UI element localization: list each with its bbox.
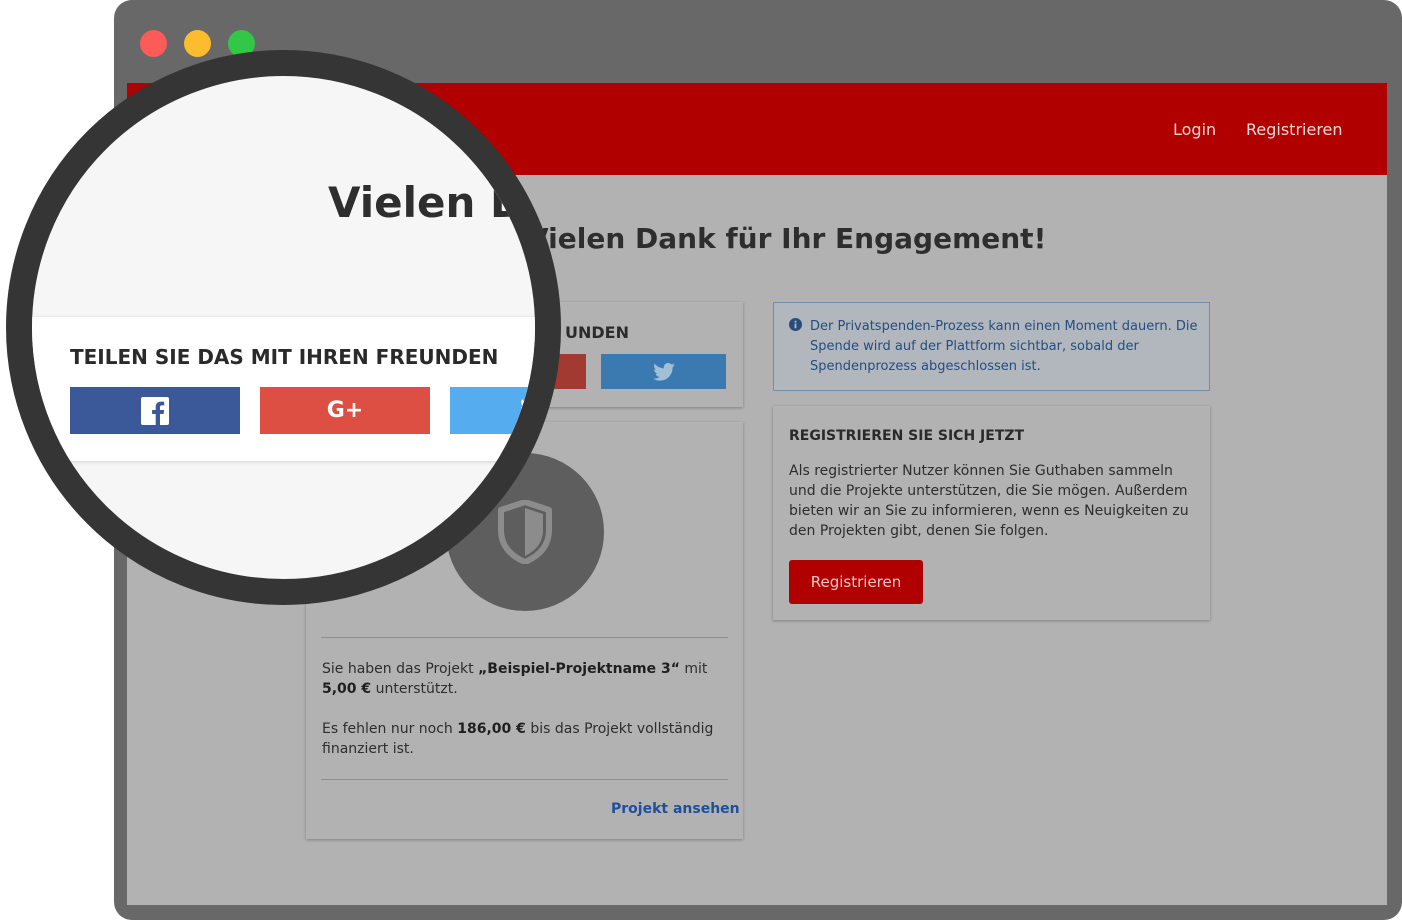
nav-register-link[interactable]: Registrieren [1246,120,1343,139]
google-plus-icon: G+ [326,398,364,423]
magnifier-lens: Vielen Da TEILEN SIE DAS MIT IHREN FREUN… [6,50,561,605]
magnified-share-card: TEILEN SIE DAS MIT IHREN FREUNDEN G+ [32,317,535,461]
missing-amount: 186,00 € [457,721,526,737]
magnified-share-heading: TEILEN SIE DAS MIT IHREN FREUNDEN [70,345,499,369]
support-amount: 5,00 € [322,681,372,697]
info-alert: Der Privatspenden-Prozess kann einen Mom… [773,302,1210,391]
register-text: Als registrierter Nutzer können Sie Guth… [789,463,1189,539]
twitter-share-button[interactable] [601,354,726,389]
minimize-window-button[interactable] [184,30,211,57]
register-card: REGISTRIEREN SIE SICH JETZT Als registri… [773,406,1210,620]
share-heading: UNDEN [565,323,629,342]
magnified-google-plus-share-button[interactable]: G+ [260,387,430,434]
register-button[interactable]: Registrieren [789,560,923,604]
view-project-link[interactable]: Projekt ansehen [611,801,740,817]
close-window-button[interactable] [140,30,167,57]
page-title: Vielen Dank für Ihr Engagement! [527,222,1047,255]
register-heading: REGISTRIEREN SIE SICH JETZT [789,428,1025,444]
nav-login-link[interactable]: Login [1173,120,1216,139]
twitter-icon [652,362,675,381]
support-summary: Sie haben das Projekt „Beispiel-Projektn… [322,661,708,697]
alert-text: Der Privatspenden-Prozess kann einen Mom… [810,319,1198,374]
magnified-page-title: Vielen Da [328,178,554,227]
divider [321,637,728,638]
divider [321,779,728,780]
facebook-icon [141,396,169,425]
magnified-facebook-share-button[interactable] [70,387,240,434]
missing-summary: Es fehlen nur noch 186,00 € bis das Proj… [322,721,714,757]
info-icon [789,318,802,331]
project-name: „Beispiel-Projektname 3“ [478,661,680,677]
